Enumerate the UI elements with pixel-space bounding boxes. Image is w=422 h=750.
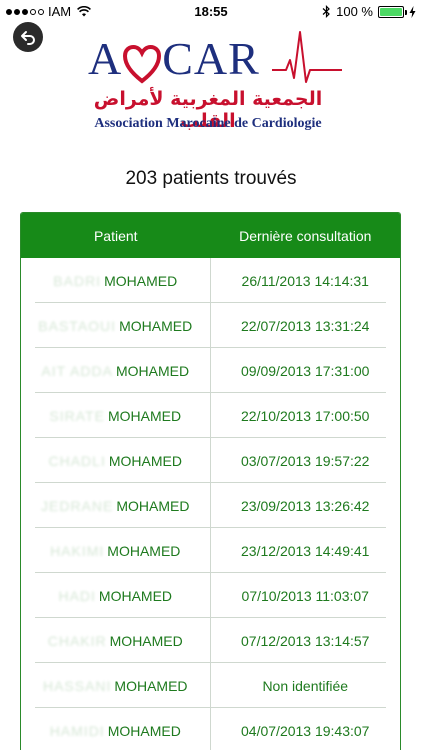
table-row[interactable]: SIRATE MOHAMED 22/10/2013 17:00:50 xyxy=(21,393,400,438)
patient-name: MOHAMED xyxy=(115,362,190,379)
table-row[interactable]: HAMIDI MOHAMED 04/07/2013 19:43:07 xyxy=(21,708,400,750)
battery-percent: 100 % xyxy=(336,4,373,19)
heart-icon xyxy=(123,45,162,84)
amcar-logo: A CAR الجمعية المغربية لأمراض القلب Asso… xyxy=(82,26,342,136)
patient-name: MOHAMED xyxy=(107,542,181,559)
back-arrow-icon xyxy=(21,31,35,45)
status-right: 100 % xyxy=(322,4,416,19)
last-consultation-cell: 07/12/2013 13:14:57 xyxy=(241,632,370,649)
redacted-surname: BASTAOUI xyxy=(38,317,117,334)
redacted-surname: BADRI xyxy=(53,272,102,289)
table-row[interactable]: HASSANI MOHAMED Non identifiée xyxy=(21,663,400,708)
patient-cell: AIT ADDA MOHAMED xyxy=(21,348,211,393)
table-row[interactable]: HADI MOHAMED 07/10/2013 11:03:07 xyxy=(21,573,400,618)
table-body: BADRI MOHAMED 26/11/2013 14:14:31 BASTAOUI M… xyxy=(21,258,400,750)
table-row[interactable]: BADRI MOHAMED 26/11/2013 14:14:31 xyxy=(21,258,400,303)
table-row[interactable]: HAKIMI MOHAMED 23/12/2013 14:49:41 xyxy=(21,528,400,573)
redacted-surname: HASSANI xyxy=(42,677,112,694)
table-row[interactable]: CHAKIR MOHAMED 07/12/2013 13:14:57 xyxy=(21,618,400,663)
redacted-surname: HAKIMI xyxy=(50,542,105,559)
redacted-surname: SIRATE xyxy=(49,407,105,424)
redacted-surname: CHAKIR xyxy=(47,632,107,649)
table-row[interactable]: BASTAOUI MOHAMED 22/07/2013 13:31:24 xyxy=(21,303,400,348)
table-row[interactable]: AIT ADDA MOHAMED 09/09/2013 17:31:00 xyxy=(21,348,400,393)
patient-name: MOHAMED xyxy=(119,317,193,334)
bluetooth-icon xyxy=(322,5,330,18)
last-consultation-cell: 07/10/2013 11:03:07 xyxy=(241,587,369,604)
patient-name: MOHAMED xyxy=(107,722,181,739)
patient-name: MOHAMED xyxy=(108,452,182,469)
logo-letters-car: CAR xyxy=(162,33,260,84)
table-header: Patient Dernière consultation xyxy=(21,213,400,258)
redacted-surname: AIT ADDA xyxy=(41,362,113,379)
patient-cell: HADI MOHAMED xyxy=(21,573,211,618)
patient-name: MOHAMED xyxy=(114,677,188,694)
last-consultation-cell: Non identifiée xyxy=(262,677,349,694)
table-row[interactable]: CHADLI MOHAMED 03/07/2013 19:57:22 xyxy=(21,438,400,483)
patient-name: MOHAMED xyxy=(109,632,183,649)
patients-found-count: 203 patients trouvés xyxy=(125,168,297,189)
patient-cell: SIRATE MOHAMED xyxy=(21,393,211,438)
patient-name: MOHAMED xyxy=(116,497,190,514)
redacted-surname: JEDRANE xyxy=(41,497,114,514)
table-row[interactable]: JEDRANE MOHAMED 23/09/2013 13:26:42 xyxy=(21,483,400,528)
status-bar: IAM 18:55 100 % xyxy=(0,0,422,24)
charging-bolt-icon xyxy=(409,5,416,18)
patient-name: MOHAMED xyxy=(104,272,178,289)
patient-cell: CHADLI MOHAMED xyxy=(21,438,211,483)
last-consultation-cell: 22/10/2013 17:00:50 xyxy=(241,407,370,424)
patient-name: MOHAMED xyxy=(107,407,182,424)
logo-subtitle: Association Marocaine de Cardiologie xyxy=(94,116,322,131)
patient-cell: HASSANI MOHAMED xyxy=(21,663,211,708)
battery-icon xyxy=(378,5,407,18)
redacted-surname: HAMIDI xyxy=(49,722,105,739)
last-consultation-cell: 23/09/2013 13:26:42 xyxy=(241,497,370,514)
header-patient: Patient xyxy=(93,227,138,244)
last-consultation-cell: 03/07/2013 19:57:22 xyxy=(241,452,370,469)
last-consultation-cell: 22/07/2013 13:31:24 xyxy=(241,317,370,334)
logo-wordmark: A CAR xyxy=(88,32,260,85)
patient-cell: HAMIDI MOHAMED xyxy=(21,708,211,750)
back-button[interactable] xyxy=(13,22,43,52)
redacted-surname: HADI xyxy=(58,587,96,604)
logo-letter-a: A xyxy=(88,33,123,84)
patient-name: MOHAMED xyxy=(98,587,173,604)
last-consultation-cell: 09/09/2013 17:31:00 xyxy=(241,362,370,379)
last-consultation-cell: 04/07/2013 19:43:07 xyxy=(241,722,370,739)
heartbeat-pulse-icon xyxy=(272,31,342,83)
last-consultation-cell: 26/11/2013 14:14:31 xyxy=(241,272,369,289)
patient-cell: CHAKIR MOHAMED xyxy=(21,618,211,663)
redacted-surname: CHADLI xyxy=(48,452,106,469)
patient-cell: BADRI MOHAMED xyxy=(21,258,211,303)
patients-table: Patient Dernière consultation BADRI MOHAM… xyxy=(20,212,401,750)
patient-cell: BASTAOUI MOHAMED xyxy=(21,303,211,348)
header-last-consultation: Dernière consultation xyxy=(239,227,372,244)
patient-cell: HAKIMI MOHAMED xyxy=(21,528,211,573)
last-consultation-cell: 23/12/2013 14:49:41 xyxy=(241,542,370,559)
patient-cell: JEDRANE MOHAMED xyxy=(21,483,211,528)
